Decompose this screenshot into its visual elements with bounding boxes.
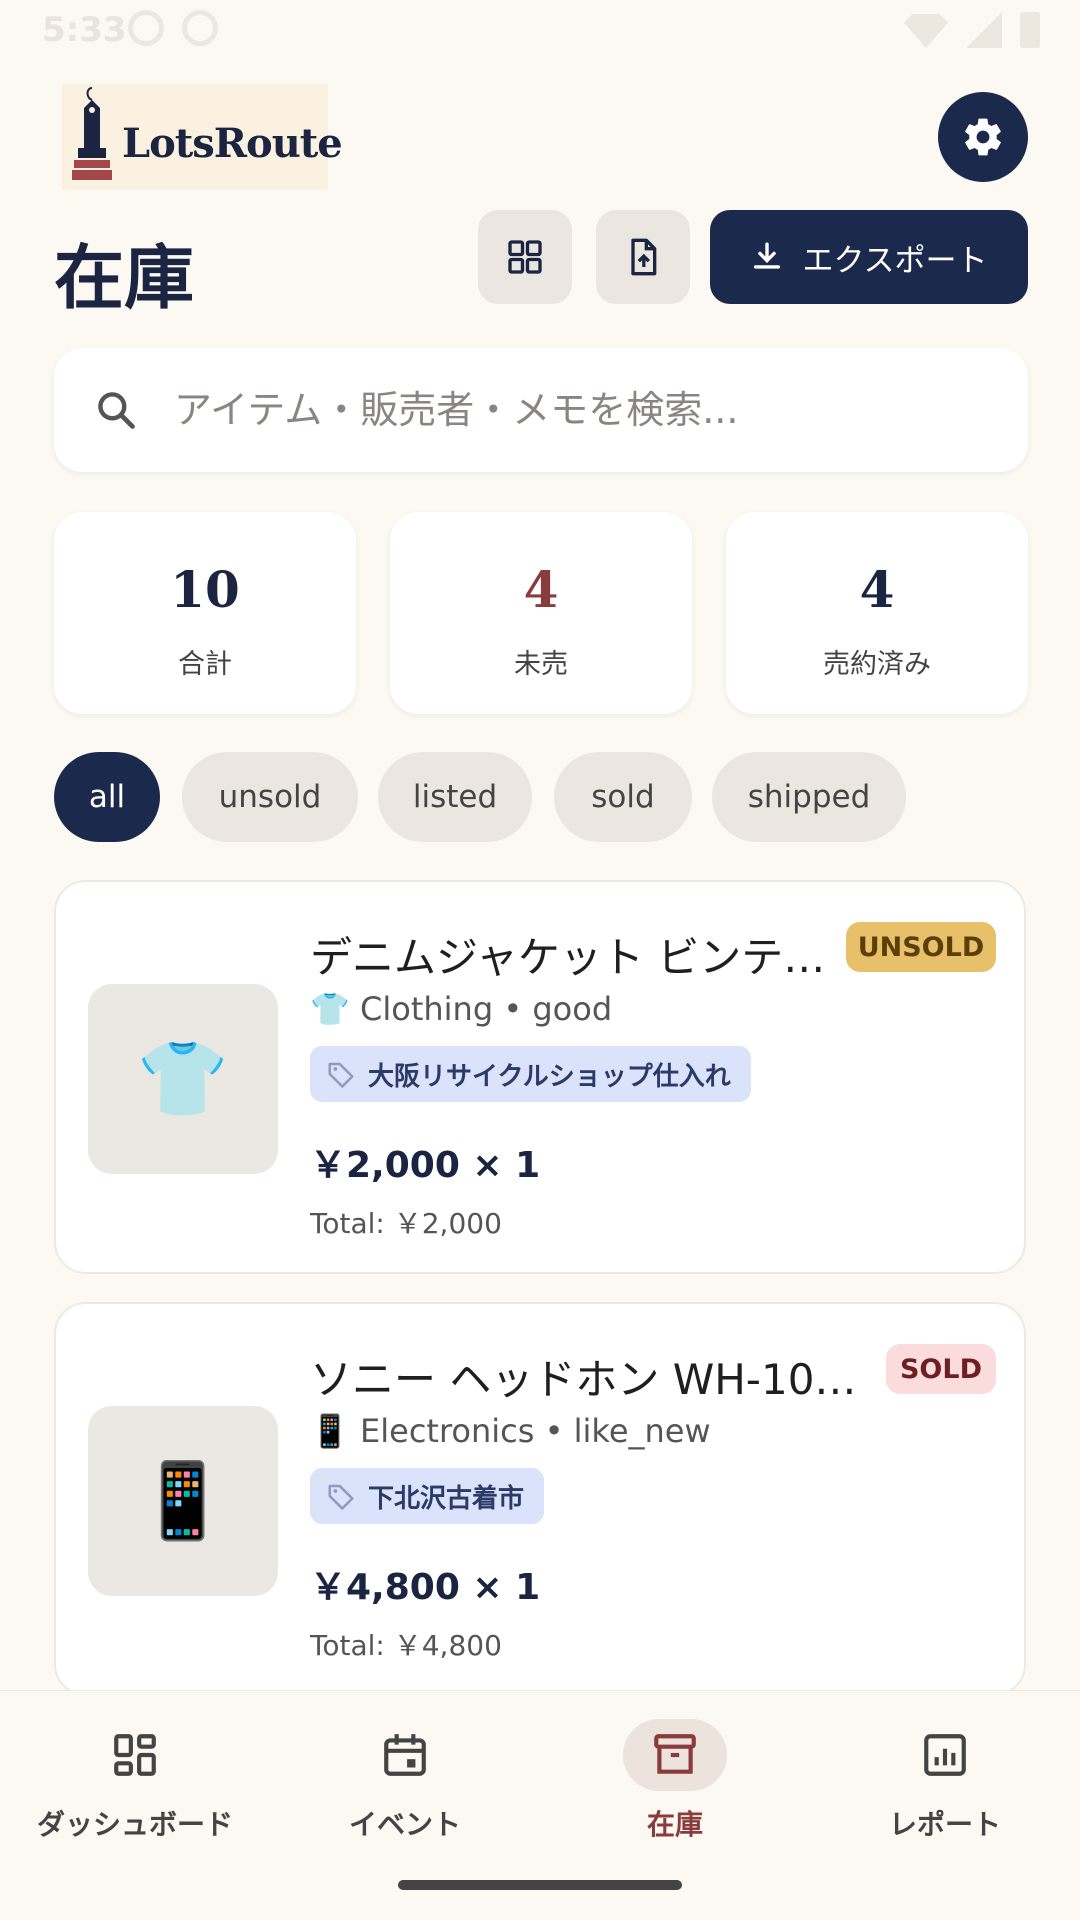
inventory-item-card[interactable]: 📱 ソニー ヘッドホン WH-1000X SOLD 📱 Electronics … (54, 1302, 1026, 1696)
wifi-icon (904, 14, 948, 48)
report-icon (893, 1719, 997, 1791)
nav-item-events[interactable]: イベント (270, 1719, 540, 1849)
item-price: ￥2,000 × 1 (310, 1145, 541, 1186)
logo-text: LotsRoute (122, 120, 343, 167)
filter-chip-shipped[interactable]: shipped (712, 752, 906, 842)
status-bar: 5:33 (0, 0, 1080, 60)
filter-chip-listed[interactable]: listed (378, 752, 532, 842)
search-icon (98, 392, 135, 429)
item-category-label: Clothing • good (360, 990, 613, 1028)
nav-label: レポート (888, 1808, 1001, 1841)
tshirt-icon: 👕 (310, 990, 350, 1028)
nav-label: 在庫 (646, 1808, 703, 1841)
item-total: Total: ￥4,800 (310, 1629, 502, 1662)
item-price: ￥4,800 × 1 (310, 1567, 541, 1608)
search-input[interactable] (174, 348, 1004, 472)
light-icon (182, 10, 218, 46)
inventory-icon (623, 1719, 727, 1791)
stat-card-sold: 4 売約済み (726, 512, 1028, 714)
stat-value: 10 (170, 560, 240, 619)
source-tag: 大阪リサイクルショップ仕入れ (310, 1046, 751, 1102)
nav-label: ダッシュボード (36, 1808, 233, 1841)
import-file-button[interactable] (596, 210, 690, 304)
tag-icon (328, 1484, 354, 1510)
item-title: ソニー ヘッドホン WH-1000X (310, 1355, 870, 1404)
settings-button[interactable] (938, 92, 1028, 182)
item-category: 👕 Clothing • good (310, 990, 612, 1028)
item-thumbnail: 📱 (88, 1406, 278, 1596)
search-bar (54, 348, 1028, 472)
item-category: 📱 Electronics • like_new (310, 1412, 711, 1450)
status-badge: SOLD (886, 1344, 996, 1394)
source-tag: 下北沢古着市 (310, 1468, 545, 1524)
clock-icon (128, 10, 164, 46)
battery-icon (1020, 12, 1040, 48)
export-button[interactable]: エクスポート (710, 210, 1028, 304)
nav-item-reports[interactable]: レポート (810, 1719, 1080, 1849)
stat-card-unsold: 4 未売 (390, 512, 692, 714)
stat-card-total: 10 合計 (54, 512, 356, 714)
nav-item-inventory[interactable]: 在庫 (540, 1719, 810, 1849)
file-upload-icon (631, 238, 657, 276)
source-tag-label: 大阪リサイクルショップ仕入れ (368, 1061, 731, 1092)
status-system-icons (904, 12, 1040, 48)
item-thumbnail: 👕 (88, 984, 278, 1174)
status-time: 5:33 (42, 10, 127, 50)
status-notification-icons (128, 10, 218, 46)
calendar-icon (353, 1719, 457, 1791)
filter-chip-all[interactable]: all (54, 752, 160, 842)
page-title: 在庫 (54, 237, 194, 319)
stat-value: 4 (523, 560, 559, 619)
source-tag-label: 下北沢古着市 (368, 1483, 525, 1514)
price-tag-logo-icon (72, 87, 112, 180)
gear-icon (965, 118, 1001, 156)
filter-chip-sold[interactable]: sold (554, 752, 692, 842)
filter-chip-unsold[interactable]: unsold (182, 752, 358, 842)
status-badge: UNSOLD (846, 922, 996, 972)
stat-label: 未売 (514, 649, 568, 680)
nav-item-dashboard[interactable]: ダッシュボード (0, 1719, 270, 1849)
home-indicator[interactable] (398, 1880, 682, 1890)
item-category-label: Electronics • like_new (360, 1412, 711, 1450)
grid-view-button[interactable] (478, 210, 572, 304)
stat-label: 合計 (178, 649, 232, 680)
stat-label: 売約済み (823, 649, 931, 680)
stat-value: 4 (859, 560, 895, 619)
item-title: デニムジャケット ビンテージ (310, 933, 834, 982)
nav-label: イベント (348, 1808, 461, 1841)
phone-icon: 📱 (310, 1412, 350, 1450)
signal-icon (966, 12, 1002, 48)
inventory-item-card[interactable]: 👕 デニムジャケット ビンテージ UNSOLD 👕 Clothing • goo… (54, 880, 1026, 1274)
item-total: Total: ￥2,000 (310, 1207, 502, 1240)
grid-icon (508, 240, 542, 274)
export-label: エクスポート (802, 242, 988, 279)
app-logo: LotsRoute (62, 84, 343, 190)
tag-icon (328, 1062, 354, 1088)
download-icon (754, 242, 781, 269)
dashboard-icon (83, 1719, 187, 1791)
